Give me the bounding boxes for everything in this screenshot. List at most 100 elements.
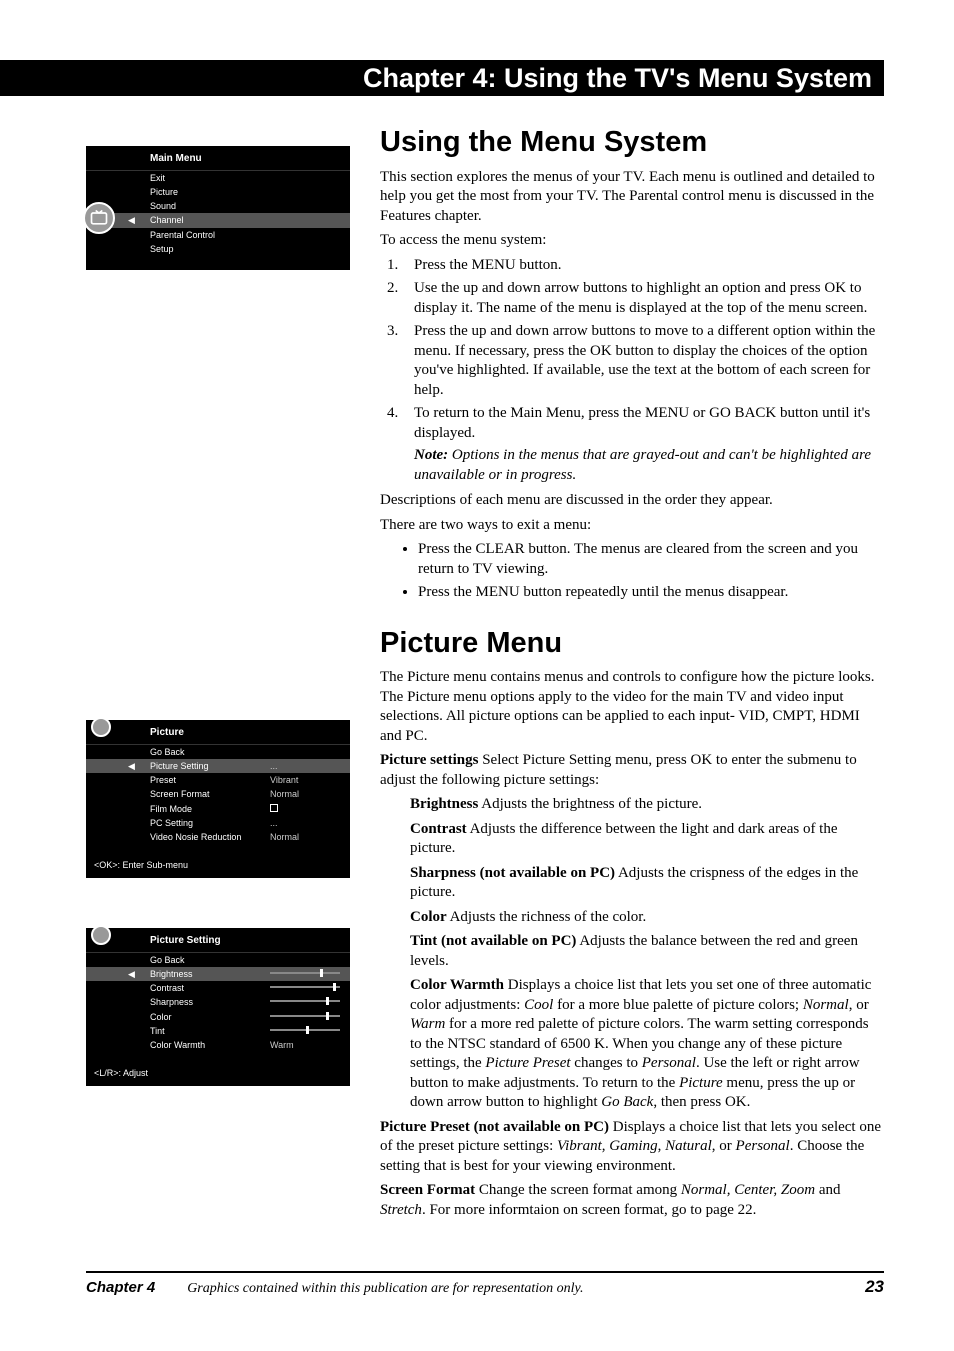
menu-item[interactable]: ◀ Brightness — [86, 967, 350, 981]
menu-title: Picture — [86, 720, 350, 745]
menu-item-value: ... — [270, 817, 350, 829]
body-color: Adjusts the richness of the color. — [447, 909, 647, 925]
access-para: To access the menu system: — [380, 231, 884, 251]
picture-setting-icon — [91, 925, 111, 945]
menu-item[interactable]: ◀Picture Setting... — [86, 759, 350, 773]
menu-item[interactable]: Film Mode — [86, 802, 350, 816]
menu-item-label: Contrast — [150, 982, 270, 994]
menu-hint: <OK>: Enter Sub-menu — [86, 848, 350, 878]
menu-item[interactable]: Setup — [86, 242, 350, 256]
term-color: Color — [410, 909, 447, 925]
heading-picture-menu: Picture Menu — [380, 625, 884, 663]
tv-icon-svg — [89, 208, 109, 228]
body-brightness: Adjusts the brightness of the picture. — [478, 796, 702, 812]
menu-item[interactable]: Go Back — [86, 953, 350, 967]
note-text: Options in the menus that are grayed-out… — [414, 447, 871, 483]
menu-item-label: Exit — [150, 172, 350, 184]
menu-item-value — [270, 968, 350, 980]
menu-item-value — [270, 996, 350, 1008]
menu-item[interactable]: Screen FormatNormal — [86, 787, 350, 801]
page-footer: Chapter 4 Graphics contained within this… — [86, 1271, 884, 1297]
desc-2: There are two ways to exit a menu: — [380, 516, 884, 536]
term-brightness: Brightness — [410, 796, 478, 812]
slider — [270, 983, 340, 991]
menu-item-label: Parental Control — [150, 229, 350, 241]
slider — [270, 997, 340, 1005]
menu-item-label: Color Warmth — [150, 1039, 270, 1051]
menu-item-label: Channel — [150, 214, 350, 226]
menu-item[interactable]: Picture — [86, 185, 350, 199]
tint-def: Tint (not available on PC) Adjusts the b… — [410, 932, 884, 971]
menu-item-label: Sharpness — [150, 996, 270, 1008]
picture-setting-menu-box: Picture Setting Go Back ◀ Brightness Contra… — [86, 928, 350, 1066]
selection-arrow-icon: ◀ — [128, 968, 135, 980]
menu-item[interactable]: ◀ Channel — [86, 213, 350, 227]
picture-preset-def: Picture Preset (not available on PC) Dis… — [380, 1118, 884, 1177]
menu-item-label: Go Back — [150, 746, 270, 758]
term-preset: Picture Preset (not available on PC) — [380, 1119, 609, 1135]
menu-item[interactable]: Video Nosie ReductionNormal — [86, 830, 350, 844]
menu-item[interactable]: Color WarmthWarm — [86, 1038, 350, 1052]
menu-item-value: ... — [270, 760, 350, 772]
selection-arrow-icon: ◀ — [128, 760, 135, 772]
desc-1: Descriptions of each menu are discussed … — [380, 491, 884, 511]
menu-item-value: Vibrant — [270, 774, 350, 786]
color-warmth-def: Color Warmth Displays a choice list that… — [410, 976, 884, 1113]
menu-item-label: Film Mode — [150, 803, 270, 815]
slider — [270, 969, 340, 977]
step-4: To return to the Main Menu, press the ME… — [402, 404, 884, 485]
menu-item-value — [270, 1011, 350, 1023]
menu-item-value: Normal — [270, 788, 350, 800]
menu-item-label: Video Nosie Reduction — [150, 831, 270, 843]
menu-title: Picture Setting — [86, 928, 350, 953]
note-label: Note: — [414, 447, 448, 463]
menu-item[interactable]: PresetVibrant — [86, 773, 350, 787]
brightness-def: Brightness Adjusts the brightness of the… — [410, 795, 884, 815]
menu-item[interactable]: Parental Control — [86, 228, 350, 242]
menu-item[interactable]: Contrast — [86, 981, 350, 995]
chapter-title: Chapter 4: Using the TV's Menu System — [363, 63, 872, 94]
menu-item[interactable]: Sound — [86, 199, 350, 213]
menu-item[interactable]: Sharpness — [86, 995, 350, 1009]
footer-note: Graphics contained within this publicati… — [187, 1281, 865, 1297]
step-1: Press the MENU button. — [402, 256, 884, 276]
menu-title: Main Menu — [86, 146, 350, 171]
picture-section: Picture Menu The Picture menu contains m… — [380, 625, 884, 1221]
menu-item-value — [270, 1025, 350, 1037]
menu-item-label: Picture — [150, 186, 350, 198]
menu-item-label: Color — [150, 1011, 270, 1023]
term-warmth: Color Warmth — [410, 977, 504, 993]
menu-item[interactable]: Go Back — [86, 745, 350, 759]
main-content: Using the Menu System This section explo… — [380, 124, 884, 1225]
picture-settings-def: Picture settings Select Picture Setting … — [380, 751, 884, 790]
footer-chapter: Chapter 4 — [86, 1279, 155, 1296]
slider — [270, 1026, 340, 1034]
menu-item-label: Go Back — [150, 954, 270, 966]
picture-icon — [91, 717, 111, 737]
intro-para: This section explores the menus of your … — [380, 168, 884, 227]
menu-item[interactable]: Exit — [86, 171, 350, 185]
menu-item[interactable]: Tint — [86, 1024, 350, 1038]
menu-item-label: Screen Format — [150, 788, 270, 800]
checkbox-icon — [270, 804, 278, 812]
steps-list: Press the MENU button. Use the up and do… — [402, 256, 884, 486]
step-3: Press the up and down arrow buttons to m… — [402, 322, 884, 400]
selection-arrow-icon: ◀ — [128, 214, 135, 226]
step-4-note: Note: Options in the menus that are gray… — [414, 446, 884, 485]
picture-intro: The Picture menu contains menus and cont… — [380, 668, 884, 746]
menu-item[interactable]: PC Setting... — [86, 816, 350, 830]
slider — [270, 1012, 340, 1020]
menu-item[interactable]: Color — [86, 1010, 350, 1024]
menu-item-label: Sound — [150, 200, 350, 212]
picture-menu-box: Picture Go Back◀Picture Setting...Preset… — [86, 720, 350, 858]
term-sharpness: Sharpness (not available on PC) — [410, 865, 615, 881]
chapter-header: Chapter 4: Using the TV's Menu System — [0, 60, 884, 96]
term-screen-format: Screen Format — [380, 1182, 475, 1198]
menu-item-label: Preset — [150, 774, 270, 786]
menu-item-label: Tint — [150, 1025, 270, 1037]
sharpness-def: Sharpness (not available on PC) Adjusts … — [410, 864, 884, 903]
footer-page-number: 23 — [865, 1277, 884, 1297]
menu-item-label: Brightness — [150, 968, 270, 980]
menu-item-value — [270, 803, 350, 815]
step-2: Use the up and down arrow buttons to hig… — [402, 279, 884, 318]
